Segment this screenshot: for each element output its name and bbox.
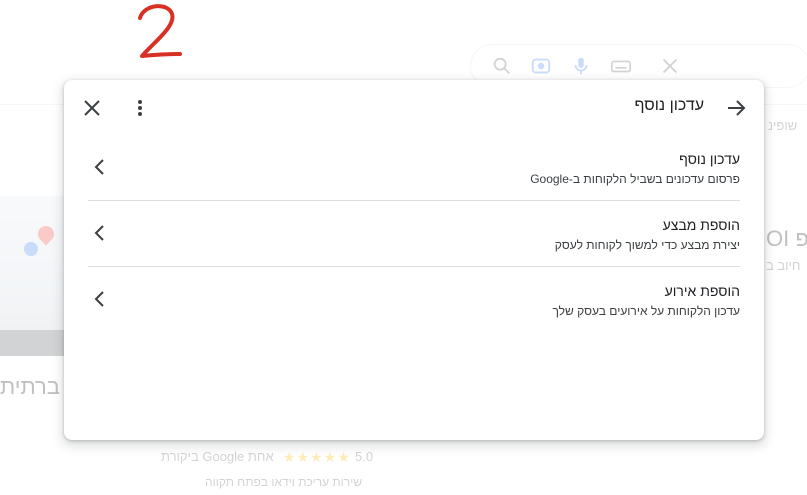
back-button[interactable] bbox=[720, 92, 752, 124]
review-count: ביקורת Google אחת bbox=[161, 449, 274, 464]
option-title: הוספת מבצע bbox=[662, 217, 740, 233]
option-title: הוספת אירוע bbox=[664, 283, 740, 299]
option-description: יצירת מבצע כדי למשוך לקוחות לעסק bbox=[554, 238, 740, 252]
close-icon bbox=[84, 100, 100, 116]
chevron-left-icon bbox=[94, 291, 104, 307]
option-title: עדכון נוסף bbox=[679, 151, 740, 167]
rating-value: 5.0 bbox=[355, 449, 374, 464]
add-update-dialog: עדכון נוסף עדכון נוסף פרסום עדכונים בשבי… bbox=[64, 80, 764, 440]
rating-stars: ★★★★★ bbox=[283, 449, 351, 465]
camera-icon bbox=[531, 58, 551, 74]
business-category: שירות עריכת וידאו בפתח תקווה bbox=[205, 475, 363, 489]
option-add-update[interactable]: עדכון נוסף פרסום עדכונים בשביל הלקוחות ב… bbox=[88, 135, 740, 201]
arrow-right-icon bbox=[728, 100, 746, 116]
map-location-icon bbox=[24, 242, 38, 256]
dialog-title: עדכון נוסף bbox=[634, 97, 704, 114]
more-vert-icon bbox=[138, 100, 142, 116]
option-description: פרסום עדכונים בשביל הלקוחות ב-Google bbox=[530, 172, 740, 186]
bg-right-heading: OI הפ bbox=[766, 226, 807, 251]
step-number-annotation: 2 bbox=[138, 4, 182, 58]
update-options-list: עדכון נוסף פרסום עדכונים בשביל הלקוחות ב… bbox=[88, 135, 740, 332]
photo-strip bbox=[0, 330, 66, 356]
option-add-offer[interactable]: הוספת מבצע יצירת מבצע כדי למשוך לקוחות ל… bbox=[88, 201, 740, 267]
option-description: עדכון הלקוחות על אירועים בעסק שלך bbox=[552, 304, 740, 318]
option-add-event[interactable]: הוספת אירוע עדכון הלקוחות על אירועים בעס… bbox=[88, 267, 740, 332]
chevron-left-icon bbox=[94, 225, 104, 241]
bg-right-subtext: חיוב ב bbox=[766, 258, 801, 273]
bg-business-heading: ברתית bbox=[0, 374, 60, 399]
chevron-left-icon bbox=[94, 159, 104, 175]
search-icon bbox=[493, 57, 510, 74]
close-button[interactable] bbox=[76, 92, 108, 124]
mic-icon bbox=[574, 57, 588, 75]
keyboard-icon bbox=[611, 60, 631, 73]
clear-search-icon bbox=[662, 58, 678, 74]
more-options-button[interactable] bbox=[124, 92, 156, 124]
bg-top-right-text: שופינ bbox=[768, 118, 798, 133]
